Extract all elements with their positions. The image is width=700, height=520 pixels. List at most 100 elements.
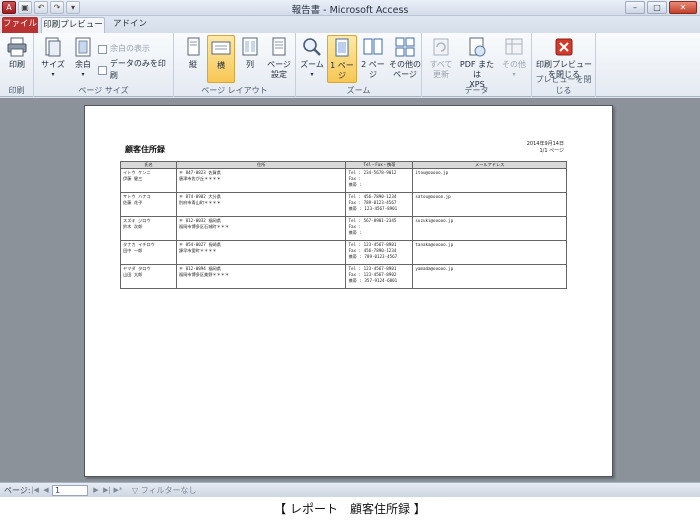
columns-button[interactable]: 列 — [237, 35, 263, 83]
ribbon-tabs: ファイル 印刷プレビュー アドイン — [0, 16, 700, 33]
address-table: 氏名 住所 Tel・Fax・携帯 メールアドレス イトウ ケンニ 伊藤 健三 〒… — [120, 161, 567, 289]
zoom-group-label: ズーム — [346, 86, 371, 95]
phone-cell: Tel : 567-8901-2345 Fax : 携帯 : — [345, 216, 414, 241]
page-setup-button[interactable]: ページ 設定 — [264, 35, 294, 83]
new-record-icon[interactable]: ▶* — [113, 485, 123, 496]
preview-workspace[interactable]: 顧客住所録 2014年9月14日 1/1 ページ 氏名 住所 Tel・Fax・携… — [0, 98, 700, 482]
one-page-button[interactable]: 1 ページ — [327, 35, 357, 83]
table-row: スズキ ジロウ 鈴木 次郎 〒 812-0032 福岡県 福岡市博多区石城町＊＊… — [120, 216, 567, 241]
first-page-icon[interactable]: |◀ — [30, 485, 40, 496]
two-pages-label: 2 ページ — [361, 60, 385, 79]
more-export-icon — [505, 38, 523, 55]
table-row: タナカ イチロウ 田中 一郎 〒 854-0027 長崎県 諫早市愛町＊＊＊＊ … — [120, 240, 567, 265]
maximize-button[interactable]: □ — [647, 1, 667, 14]
refresh-all-button[interactable]: すべて 更新 — [426, 35, 456, 83]
header-email: メールアドレス — [412, 161, 567, 169]
portrait-icon — [187, 37, 200, 56]
minimize-button[interactable]: – — [625, 1, 645, 14]
margins-dropdown-icon: ▾ — [81, 71, 85, 78]
email-cell: yamada@ooooo.jp — [412, 264, 567, 289]
tab-addin[interactable]: アドイン — [110, 17, 150, 33]
close-button[interactable]: ✕ — [669, 1, 697, 14]
phone-cell: Tel : 234-5678-9012 Fax : 携帯 : — [345, 168, 414, 193]
size-button[interactable]: サイズ ▾ — [38, 35, 68, 83]
margins-button[interactable]: 余白 ▾ — [70, 35, 96, 83]
page-size-group-label: ページ サイズ — [78, 86, 129, 95]
two-pages-button[interactable]: 2 ページ — [358, 35, 388, 83]
address-cell: 〒 874-0902 大分県 別府市青山町＊＊＊＊ — [175, 192, 347, 217]
email-cell: satou@ooooo.jp — [412, 192, 567, 217]
printer-icon — [7, 37, 27, 57]
name-cell: タナカ イチロウ 田中 一郎 — [120, 240, 177, 265]
size-label: サイズ — [41, 60, 65, 69]
refresh-icon — [433, 38, 449, 56]
table-row: ヤマダ タロウ 山田 太郎 〒 812-0894 福岡県 福岡市博多区美野＊＊＊… — [120, 264, 567, 289]
more-pages-button[interactable]: その他の ページ — [389, 35, 421, 83]
report-title: 顧客住所録 — [125, 145, 165, 154]
columns-icon — [242, 37, 258, 56]
close-preview-icon — [555, 38, 573, 56]
name-cell: ヤマダ タロウ 山田 太郎 — [120, 264, 177, 289]
email-cell: itou@ooooo.jp — [412, 168, 567, 193]
title-bar: A ▣ ↶ ↷ ▾ 報告書 - Microsoft Access – □ ✕ — [0, 0, 700, 16]
print-data-only-checkbox[interactable] — [98, 65, 107, 75]
phone-cell: Tel : 456-7890-1234 Fax : 789-0123-4567 … — [345, 192, 414, 217]
filter-label: フィルターなし — [140, 486, 197, 495]
data-group: すべて 更新 PDF または XPS その他 ▾ データ — [422, 33, 532, 97]
header-address: 住所 — [175, 161, 347, 169]
table-row: サトウ ハナコ 佐藤 花子 〒 874-0902 大分県 別府市青山町＊＊＊＊ … — [120, 192, 567, 217]
name-cell: サトウ ハナコ 佐藤 花子 — [120, 192, 177, 217]
tab-print-preview[interactable]: 印刷プレビュー — [41, 17, 105, 33]
print-data-only-label: データのみを印刷 — [109, 59, 166, 80]
customer-name: 佐藤 花子 — [123, 200, 143, 205]
more-pages-label-1: その他の — [389, 60, 421, 69]
magnifier-icon — [303, 38, 321, 56]
report-page[interactable]: 顧客住所録 2014年9月14日 1/1 ページ 氏名 住所 Tel・Fax・携… — [84, 105, 613, 477]
last-page-icon[interactable]: ▶| — [102, 485, 112, 496]
page-size-group: サイズ ▾ 余白 ▾ 余白の表示 データのみを印刷 ページ サイズ — [34, 33, 174, 97]
access-window: A ▣ ↶ ↷ ▾ 報告書 - Microsoft Access – □ ✕ フ… — [0, 0, 700, 497]
zoom-dropdown-icon: ▾ — [310, 71, 314, 78]
print-data-only-option[interactable]: データのみを印刷 — [98, 59, 173, 80]
page-number-input[interactable]: 1 — [52, 485, 88, 496]
address: 福岡市博多区美野＊＊＊＊ — [178, 272, 230, 277]
pdf-xps-label-1: PDF または — [459, 60, 495, 79]
show-margins-option[interactable]: 余白の表示 — [98, 43, 150, 55]
portrait-button[interactable]: 縦 — [180, 35, 206, 83]
refresh-all-label-1: すべて — [429, 60, 453, 69]
window-title: 報告書 - Microsoft Access — [291, 5, 409, 16]
header-name: 氏名 — [120, 161, 177, 169]
report-page-number: 1/1 ページ — [539, 148, 564, 154]
report-header-info: 2014年9月14日 1/1 ページ — [527, 141, 564, 155]
margins-icon — [75, 37, 91, 57]
pdf-xps-icon — [469, 37, 486, 57]
next-page-icon[interactable]: ▶ — [91, 485, 101, 496]
ribbon: 印刷 印刷 サイズ ▾ 余白 ▾ 余白の表示 データのみを印刷 ページ サイズ … — [0, 33, 700, 97]
print-button[interactable]: 印刷 — [3, 35, 31, 83]
zoom-label: ズーム — [300, 60, 324, 69]
filter-status[interactable]: ▽ フィルターなし — [132, 485, 197, 496]
page-label: ページ: — [4, 486, 31, 495]
mobile: 携帯 : — [348, 182, 362, 187]
show-margins-checkbox[interactable] — [98, 44, 107, 54]
one-page-label: 1 ページ — [330, 61, 354, 80]
print-group: 印刷 印刷 — [0, 33, 34, 97]
print-group-label: 印刷 — [8, 86, 25, 95]
address-cell: 〒 812-0894 福岡県 福岡市博多区美野＊＊＊＊ — [175, 264, 347, 289]
address: 福岡市博多区石城町＊＊＊ — [178, 224, 230, 229]
one-page-icon — [335, 38, 349, 57]
zoom-button[interactable]: ズーム ▾ — [298, 35, 326, 83]
show-margins-label: 余白の表示 — [110, 44, 150, 53]
address: 別府市青山町＊＊＊＊ — [178, 200, 221, 205]
landscape-button[interactable]: 横 — [207, 35, 235, 83]
mobile: 携帯 : 123-4567-8901 — [348, 206, 398, 211]
mobile: 携帯 : 789-0123-4567 — [348, 254, 398, 259]
tab-file[interactable]: ファイル — [2, 17, 38, 33]
previous-page-icon[interactable]: ◀ — [41, 485, 51, 496]
more-export-button[interactable]: その他 ▾ — [498, 35, 530, 83]
figure-caption: 【 レポート 顧客住所録 】 — [274, 502, 426, 516]
header-phone: Tel・Fax・携帯 — [345, 161, 414, 169]
window-controls: – □ ✕ — [625, 1, 697, 14]
address-cell: 〒 847-0823 佐賀県 唐津市佐が丘＊＊＊＊ — [175, 168, 347, 193]
pdf-xps-button[interactable]: PDF または XPS — [458, 35, 496, 89]
